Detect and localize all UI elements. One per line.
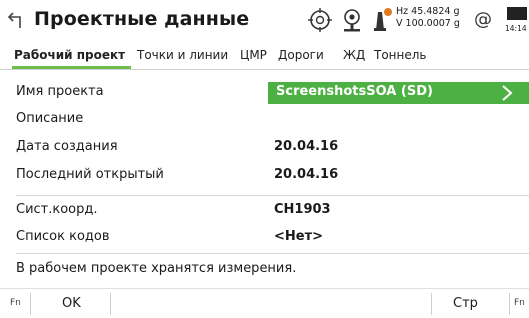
- target-crosshair-icon[interactable]: [306, 6, 334, 34]
- last-opened-row: Последний открытый 20.04.16: [0, 162, 529, 189]
- prism-target-icon[interactable]: [338, 6, 366, 34]
- title-bar: Проектные данные Hz 45.4824 g V 100.0007…: [0, 0, 529, 42]
- instrument-warning-icon[interactable]: [366, 6, 394, 34]
- angle-readout: Hz 45.4824 g V 100.0007 g: [396, 6, 460, 30]
- tab-working-project[interactable]: Рабочий проект: [14, 48, 125, 62]
- softkey-separator: [30, 293, 31, 315]
- softkey-separator: [509, 293, 510, 315]
- connection-at-icon[interactable]: @: [474, 9, 492, 30]
- project-name-value: ScreenshotsSOA (SD): [276, 84, 433, 99]
- coord-system-row: Сист.коорд. CH1903: [0, 197, 529, 224]
- tab-tunnel[interactable]: Тоннель: [374, 48, 427, 62]
- project-name-selector[interactable]: ScreenshotsSOA (SD): [268, 82, 529, 104]
- code-list-value: <Нет>: [274, 229, 324, 244]
- coord-system-label: Сист.коорд.: [16, 202, 98, 217]
- chevron-right-icon: [502, 85, 513, 101]
- info-message: В рабочем проекте хранятся измерения.: [16, 261, 297, 276]
- softkey-separator: [431, 293, 432, 315]
- fn-key-right[interactable]: Fn: [514, 298, 525, 308]
- softkey-separator: [110, 293, 111, 315]
- page-button[interactable]: Стр: [453, 296, 478, 311]
- tab-roads[interactable]: Дороги: [278, 48, 324, 62]
- created-value: 20.04.16: [274, 139, 339, 154]
- created-row: Дата создания 20.04.16: [0, 134, 529, 161]
- project-name-row[interactable]: Имя проекта ScreenshotsSOA (SD): [0, 79, 529, 106]
- tab-bar: Рабочий проект Точки и линии ЦМР Дороги …: [0, 42, 529, 70]
- created-label: Дата создания: [16, 139, 118, 154]
- last-opened-value: 20.04.16: [274, 167, 339, 182]
- battery-icon: 14:14: [505, 5, 529, 35]
- coord-system-value: CH1903: [274, 202, 331, 217]
- message-divider: [16, 253, 529, 254]
- project-name-label: Имя проекта: [16, 84, 104, 99]
- v-angle: V 100.0007 g: [396, 18, 460, 29]
- clock-time: 14:14: [505, 24, 527, 33]
- section-divider: [16, 195, 529, 196]
- hz-angle: Hz 45.4824 g: [396, 6, 460, 17]
- ok-button[interactable]: OK: [62, 296, 81, 311]
- code-list-label: Список кодов: [16, 229, 110, 244]
- page-title: Проектные данные: [34, 8, 250, 30]
- code-list-row: Список кодов <Нет>: [0, 224, 529, 251]
- tab-points-lines[interactable]: Точки и линии: [137, 48, 228, 62]
- description-row[interactable]: Описание: [0, 106, 529, 133]
- description-label: Описание: [16, 111, 84, 126]
- active-tab-indicator: [12, 66, 131, 69]
- back-arrow-icon[interactable]: [7, 9, 27, 31]
- softkey-bar: Fn OK Стр Fn: [0, 288, 529, 318]
- tab-rail[interactable]: ЖД: [343, 48, 365, 62]
- tab-dtm[interactable]: ЦМР: [240, 48, 267, 62]
- fn-key-left[interactable]: Fn: [10, 298, 21, 308]
- last-opened-label: Последний открытый: [16, 167, 164, 182]
